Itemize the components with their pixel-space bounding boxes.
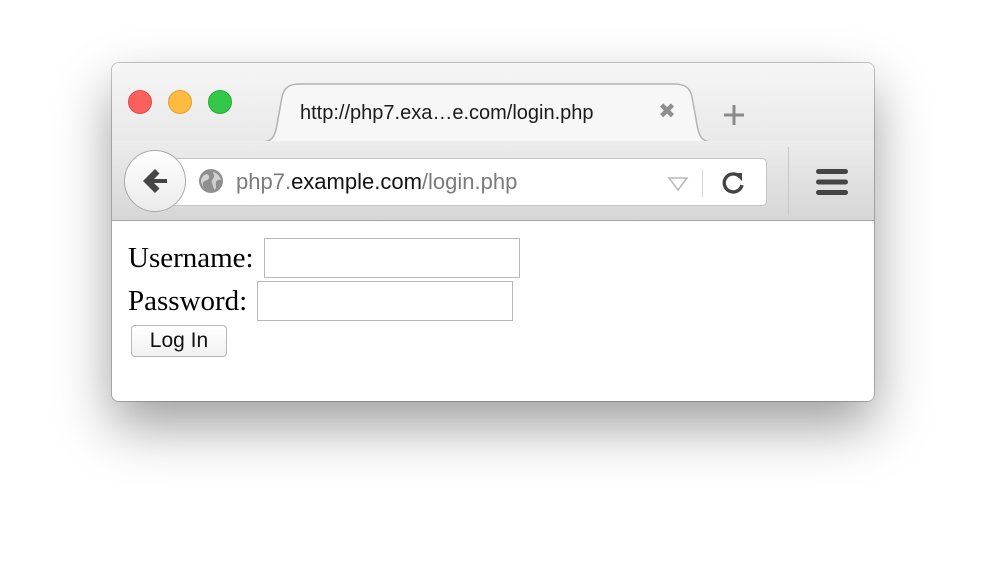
- url-text[interactable]: php7.example.com/login.php: [236, 169, 517, 195]
- url-separator: [702, 169, 703, 197]
- back-button[interactable]: [124, 150, 186, 212]
- minimize-window-button[interactable]: [168, 90, 192, 114]
- url-prefix: php7.: [236, 169, 292, 194]
- login-button[interactable]: Log In: [131, 325, 227, 357]
- username-label: Username:: [128, 241, 254, 274]
- password-row: Password:: [128, 281, 514, 321]
- password-label: Password:: [128, 284, 248, 317]
- url-host: example.com: [291, 169, 422, 194]
- username-input[interactable]: [263, 238, 520, 278]
- password-input[interactable]: [257, 281, 514, 321]
- tab-close-icon[interactable]: ✖: [657, 100, 677, 124]
- navigation-toolbar: php7.example.com/login.php: [112, 141, 874, 221]
- close-window-button[interactable]: [128, 90, 152, 114]
- hamburger-menu-icon[interactable]: [815, 167, 849, 197]
- page-content: Username: Password: Log In: [112, 221, 874, 401]
- reload-icon[interactable]: [720, 170, 746, 196]
- back-arrow-icon: [143, 169, 167, 193]
- maximize-window-button[interactable]: [208, 90, 232, 114]
- tab-strip: http://php7.exa…e.com/login.php ✖: [112, 63, 874, 143]
- browser-window: http://php7.exa…e.com/login.php ✖ php7.e…: [112, 63, 874, 401]
- new-tab-icon[interactable]: [720, 101, 748, 129]
- tab-title[interactable]: http://php7.exa…e.com/login.php: [300, 102, 640, 125]
- toolbar-separator: [788, 147, 789, 215]
- globe-icon[interactable]: [198, 168, 224, 194]
- username-row: Username:: [128, 238, 520, 278]
- dropdown-arrow-icon[interactable]: [667, 176, 689, 192]
- url-path: /login.php: [421, 169, 518, 194]
